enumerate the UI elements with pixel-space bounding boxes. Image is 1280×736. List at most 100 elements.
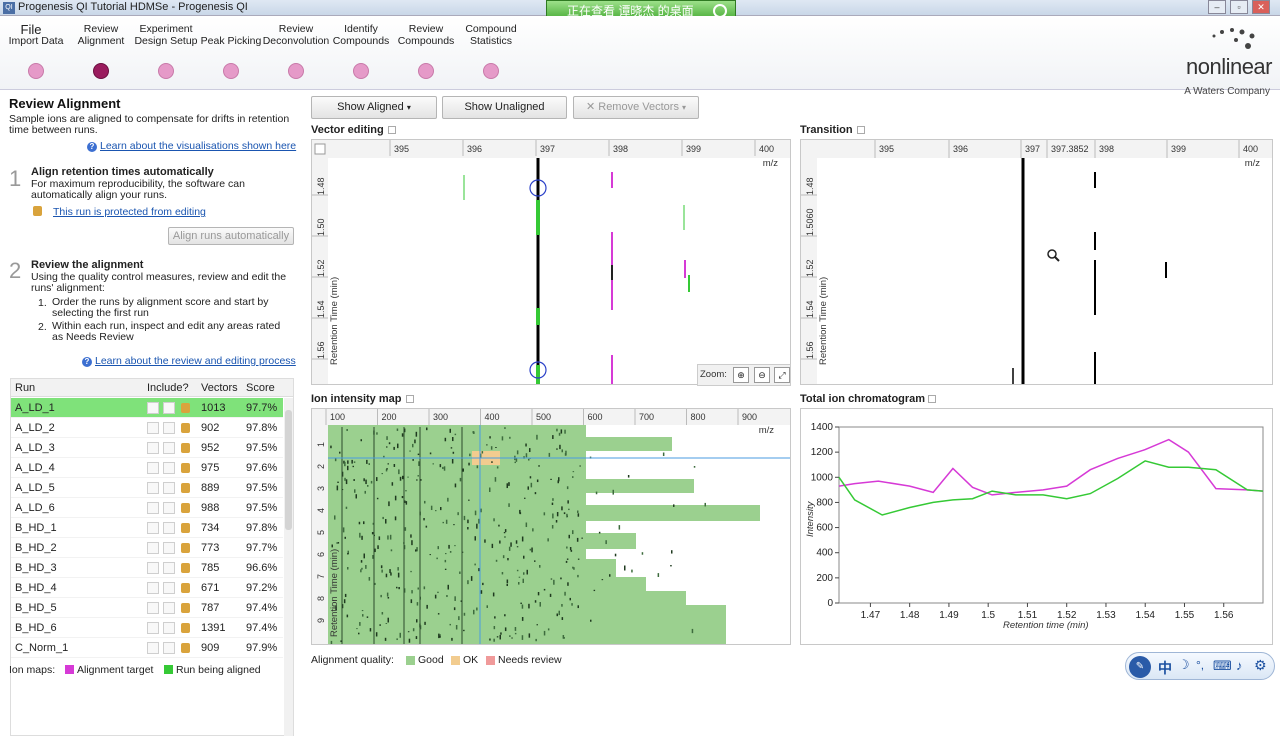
ion-speck xyxy=(605,540,607,545)
ion-map-panel[interactable]: 100 200 300 400 500 600 700 800 900 1 2 3 4 5 6 7 8 9 m/z… xyxy=(311,408,791,645)
ime-logo-icon[interactable]: ✎ xyxy=(1129,656,1151,678)
table-row[interactable]: A_LD_1 1013 97.7% xyxy=(11,398,283,418)
axis-tick-label: 1.52 xyxy=(316,259,326,277)
include-checkbox[interactable] xyxy=(147,622,159,634)
settings-icon[interactable]: ⚙ xyxy=(1254,657,1267,674)
transition-plot[interactable]: 395 396 397 397.3852 398 399 400 1.48 1.5060 1.52… xyxy=(801,140,1272,384)
protected-link[interactable]: This run is protected from editing xyxy=(53,206,206,218)
include-checkbox[interactable] xyxy=(147,562,159,574)
expand-icon[interactable] xyxy=(857,126,865,134)
table-row[interactable]: B_HD_6 1391 97.4% xyxy=(11,618,283,638)
tic-chart[interactable]: 0 200 400 600 800 1000 1200 1400 1.47 1.48 1.49 1.5… xyxy=(801,409,1272,644)
workflow-step-dot-5[interactable] xyxy=(288,63,304,79)
table-row[interactable]: B_HD_5 787 97.4% xyxy=(11,598,283,618)
microphone-icon[interactable]: ♪ xyxy=(1236,658,1243,673)
exclude-checkbox[interactable] xyxy=(163,542,175,554)
exclude-checkbox[interactable] xyxy=(163,402,175,414)
include-checkbox[interactable] xyxy=(147,402,159,414)
table-row[interactable]: A_LD_6 988 97.5% xyxy=(11,498,283,518)
include-checkbox[interactable] xyxy=(147,442,159,454)
scrollbar-thumb[interactable] xyxy=(285,410,292,530)
table-row[interactable]: B_HD_1 734 97.8% xyxy=(11,518,283,538)
vector-editing-plot[interactable]: 395 396 397 398 399 400 1.48 1.50 1.52 1.54 1.56 xyxy=(312,140,790,384)
exclude-checkbox[interactable] xyxy=(163,562,175,574)
workflow-step-dot-7[interactable] xyxy=(418,63,434,79)
ion-speck xyxy=(559,444,561,450)
workflow-step-2[interactable]: Review Alignment xyxy=(65,23,137,47)
workflow-step-6[interactable]: Identify Compounds xyxy=(325,23,397,47)
help-link-visualisations[interactable]: Learn about the visualisations shown her… xyxy=(100,140,296,152)
expand-icon[interactable] xyxy=(388,126,396,134)
col-vectors[interactable]: Vectors xyxy=(201,382,238,394)
exclude-checkbox[interactable] xyxy=(163,502,175,514)
workflow-step-dot-4[interactable] xyxy=(223,63,239,79)
exclude-checkbox[interactable] xyxy=(163,622,175,634)
exclude-checkbox[interactable] xyxy=(163,602,175,614)
workflow-step-dot-2[interactable] xyxy=(93,63,109,79)
workflow-step-1[interactable]: Import Data xyxy=(0,35,72,47)
workflow-step-4[interactable]: Peak Picking xyxy=(195,35,267,47)
include-checkbox[interactable] xyxy=(147,542,159,554)
workflow-step-8[interactable]: Compound Statistics xyxy=(455,23,527,47)
include-checkbox[interactable] xyxy=(147,522,159,534)
exclude-checkbox[interactable] xyxy=(163,522,175,534)
minimize-button[interactable]: – xyxy=(1208,0,1226,14)
table-row[interactable]: B_HD_2 773 97.7% xyxy=(11,538,283,558)
workflow-step-3[interactable]: Experiment Design Setup xyxy=(130,23,202,47)
workflow-step-dot-3[interactable] xyxy=(158,63,174,79)
table-row[interactable]: A_LD_5 889 97.5% xyxy=(11,478,283,498)
lock-icon xyxy=(181,423,190,433)
include-checkbox[interactable] xyxy=(147,642,159,654)
close-button[interactable]: ✕ xyxy=(1252,0,1270,14)
include-checkbox[interactable] xyxy=(147,482,159,494)
workflow-step-dot-1[interactable] xyxy=(28,63,44,79)
workflow-step-7[interactable]: Review Compounds xyxy=(390,23,462,47)
col-score[interactable]: Score xyxy=(246,382,275,394)
punctuation-icon[interactable]: °, xyxy=(1196,658,1204,672)
zoom-out-icon[interactable]: ⊖ xyxy=(754,367,770,383)
exclude-checkbox[interactable] xyxy=(163,482,175,494)
workflow-step-dot-6[interactable] xyxy=(353,63,369,79)
include-checkbox[interactable] xyxy=(147,462,159,474)
include-checkbox[interactable] xyxy=(147,582,159,594)
expand-icon[interactable] xyxy=(406,395,414,403)
table-row[interactable]: B_HD_3 785 96.6% xyxy=(11,558,283,578)
exclude-checkbox[interactable] xyxy=(163,442,175,454)
exclude-checkbox[interactable] xyxy=(163,582,175,594)
moon-icon[interactable]: ☽ xyxy=(1178,657,1190,673)
expand-icon[interactable] xyxy=(928,395,936,403)
show-aligned-button[interactable]: Show Aligned ▾ xyxy=(311,96,437,119)
col-run[interactable]: Run xyxy=(15,382,35,394)
help-link-review[interactable]: Learn about the review and editing proce… xyxy=(95,355,296,367)
include-checkbox[interactable] xyxy=(147,422,159,434)
ime-toolbar[interactable]: ✎ 中 ☽ °, ⌨ ♪ ⚙ xyxy=(1125,652,1275,680)
align-runs-button[interactable]: Align runs automatically xyxy=(168,227,294,245)
ion-speck xyxy=(491,461,493,463)
table-scrollbar[interactable] xyxy=(284,398,293,736)
include-checkbox[interactable] xyxy=(147,502,159,514)
axis-tick-label: 396 xyxy=(953,144,968,154)
show-unaligned-button[interactable]: Show Unaligned xyxy=(442,96,567,119)
tic-panel[interactable]: 0 200 400 600 800 1000 1200 1400 1.47 1.48 1.49 1.5… xyxy=(800,408,1273,645)
exclude-checkbox[interactable] xyxy=(163,462,175,474)
maximize-button[interactable]: ▫ xyxy=(1230,0,1248,14)
include-checkbox[interactable] xyxy=(147,602,159,614)
keyboard-icon[interactable]: ⌨ xyxy=(1213,658,1232,674)
exclude-checkbox[interactable] xyxy=(163,642,175,654)
zoom-fit-icon[interactable]: ⤢ xyxy=(774,367,790,383)
remove-vectors-button[interactable]: ✕ Remove Vectors ▾ xyxy=(573,96,699,119)
workflow-step-dot-8[interactable] xyxy=(483,63,499,79)
table-row[interactable]: C_Norm_1 909 97.9% xyxy=(11,638,283,658)
ion-map-plot[interactable]: 100 200 300 400 500 600 700 800 900 1 2 3 4 5 6 7 8 9 xyxy=(312,409,790,644)
vector-editing-panel[interactable]: 395 396 397 398 399 400 1.48 1.50 1.52 1.54 1.56 m… xyxy=(311,139,791,386)
table-row[interactable]: A_LD_4 975 97.6% xyxy=(11,458,283,478)
table-row[interactable]: A_LD_3 952 97.5% xyxy=(11,438,283,458)
exclude-checkbox[interactable] xyxy=(163,422,175,434)
table-row[interactable]: A_LD_2 902 97.8% xyxy=(11,418,283,438)
ime-language[interactable]: 中 xyxy=(1158,658,1172,678)
workflow-step-5[interactable]: Review Deconvolution xyxy=(260,23,332,47)
table-row[interactable]: B_HD_4 671 97.2% xyxy=(11,578,283,598)
zoom-in-icon[interactable]: ⊕ xyxy=(733,367,749,383)
col-include[interactable]: Include? xyxy=(147,382,189,394)
transition-panel[interactable]: 395 396 397 397.3852 398 399 400 1.48 1.5060 1.52… xyxy=(800,139,1273,385)
